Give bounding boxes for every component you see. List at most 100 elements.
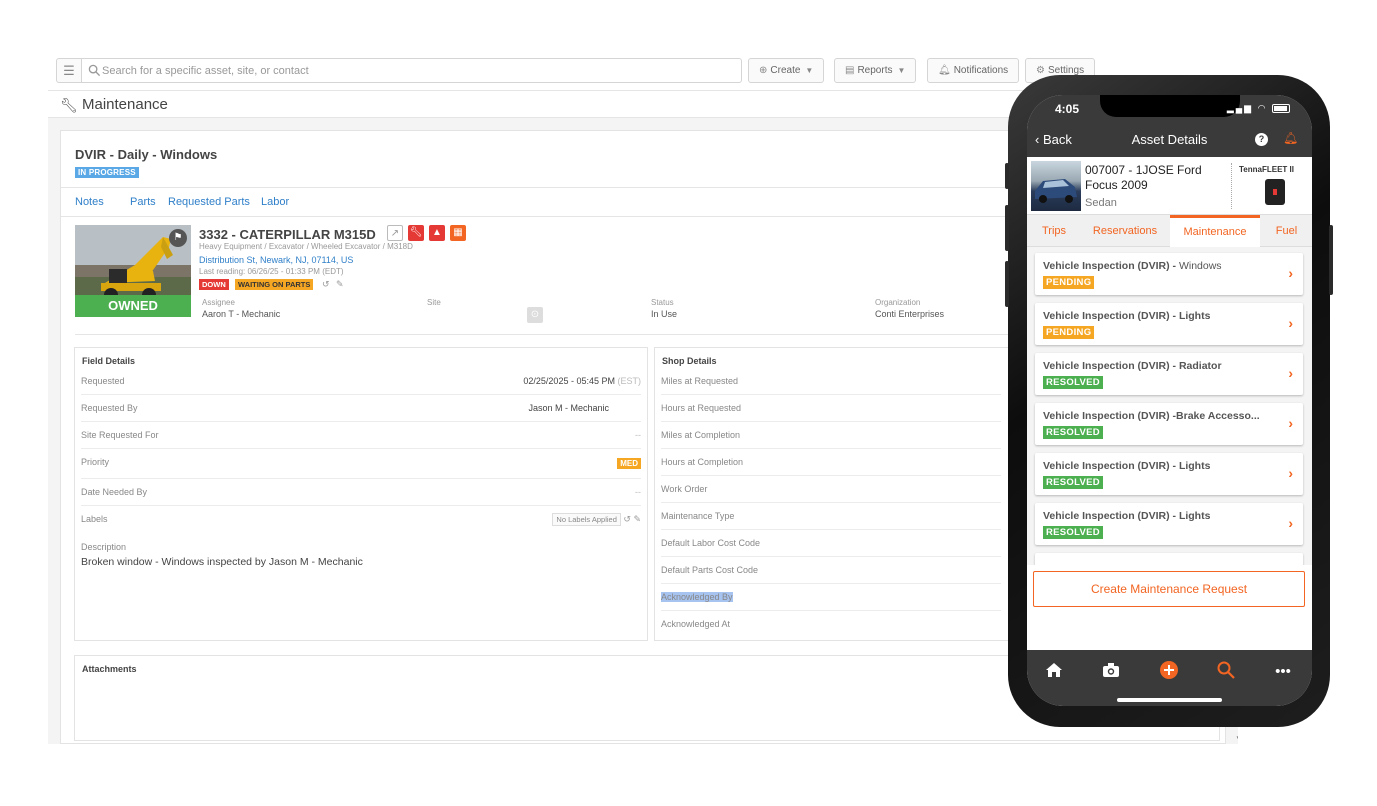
gear-icon: ⚙: [1036, 65, 1045, 76]
top-toolbar: ☰ ⊕Create▼ ▤Reports▼ 🔔︎Notifications ⚙Se…: [56, 58, 1156, 84]
list-item[interactable]: Vehicle Inspection (DVIR) - Lights RESOL…: [1035, 453, 1303, 495]
create-button[interactable]: ⊕ Create ▼: [748, 58, 825, 83]
flag-icon[interactable]: ⚑: [169, 229, 187, 247]
history-icon[interactable]: ↺: [623, 514, 631, 524]
search-input[interactable]: [102, 61, 722, 81]
search-icon[interactable]: [1214, 660, 1238, 684]
help-icon[interactable]: ?: [1255, 133, 1268, 146]
status-badge: IN PROGRESS: [75, 167, 139, 178]
status-badge: RESOLVED: [1043, 376, 1103, 389]
shop-row: Miles at Requested: [661, 368, 1001, 395]
priority-badge: MED: [617, 458, 641, 469]
more-icon[interactable]: •••: [1271, 660, 1295, 684]
history-icon[interactable]: ↺: [322, 279, 330, 290]
asset-type: Heavy Equipment / Excavator / Wheeled Ex…: [199, 242, 413, 251]
list-item[interactable]: Vehicle Inspection (DVIR) - Windows PEND…: [1035, 253, 1303, 295]
list-item[interactable]: Vehicle Inspection (DVIR) -Brake Accesso…: [1035, 403, 1303, 445]
bottom-tab-bar: •••: [1027, 650, 1312, 706]
organization-label: Organization: [875, 298, 921, 307]
create-area: Create Maintenance Request: [1027, 565, 1312, 651]
page-title: Maintenance: [82, 96, 168, 113]
device-name: TennaFLEET II: [1239, 165, 1294, 174]
tab-fuel[interactable]: Fuel: [1261, 215, 1312, 247]
tab-reservations[interactable]: Reservations: [1081, 215, 1169, 247]
wrench-icon: 🔧︎: [60, 97, 78, 113]
asset-photo[interactable]: ⚑ OWNED: [75, 225, 191, 317]
battery-icon: [1272, 104, 1290, 114]
field-row-site-requested-for: Site Requested For --: [81, 422, 641, 449]
site-label: Site: [427, 298, 441, 307]
bell-icon: 🔔︎: [938, 65, 951, 76]
pencil-icon[interactable]: ✎: [633, 514, 641, 524]
status-label: Status: [651, 298, 674, 307]
notifications-button[interactable]: 🔔︎ Notifications: [927, 58, 1020, 83]
asset-action-icons: ↗ 🔧︎ ▲ ▦: [387, 225, 471, 243]
shop-row: Default Labor Cost Code: [661, 530, 1001, 557]
tab-trips[interactable]: Trips: [1027, 215, 1081, 247]
list-item[interactable]: Vehicle Inspection (DVIR) - Radiator RES…: [1035, 353, 1303, 395]
tab-notes[interactable]: Notes: [75, 196, 104, 208]
status-bar: 4:05 ▂▄▆ ◠: [1027, 95, 1312, 123]
ownership-banner: OWNED: [75, 295, 191, 317]
car-image: [1035, 179, 1077, 203]
reports-button[interactable]: ▤ Reports ▼: [834, 58, 917, 83]
warning-icon[interactable]: ▲: [429, 225, 445, 241]
asset-name: 3332 - CATERPILLAR M315D: [199, 227, 376, 242]
phone-volume-down: [1005, 261, 1009, 307]
add-icon[interactable]: [1157, 660, 1181, 684]
chevron-right-icon: ›: [1288, 465, 1293, 481]
external-link-icon[interactable]: ↗: [387, 225, 403, 241]
create-maintenance-request-button[interactable]: Create Maintenance Request: [1033, 571, 1305, 607]
search-icon: [88, 64, 101, 77]
wrench-action-icon[interactable]: 🔧︎: [408, 225, 424, 241]
location-icon[interactable]: ⊙: [527, 307, 543, 323]
phone-volume-up: [1005, 205, 1009, 251]
status-value: In Use: [651, 309, 678, 319]
pencil-icon[interactable]: ✎: [336, 279, 344, 290]
field-details-panel: Field Details Requested 02/25/2025 - 05:…: [74, 347, 648, 641]
filter-icon[interactable]: ☰: [56, 58, 82, 83]
shop-details-panel: Shop Details Miles at Requested Hours at…: [654, 347, 1054, 641]
nav-title: Asset Details: [1131, 132, 1208, 147]
signal-icon: ▂▄▆: [1226, 103, 1254, 113]
tab-labor[interactable]: Labor: [261, 196, 289, 208]
maintenance-list: Vehicle Inspection (DVIR) - Windows PEND…: [1027, 247, 1312, 565]
phone-notch: [1100, 95, 1240, 117]
tab-requested-parts[interactable]: Requested Parts: [168, 196, 250, 208]
shop-row: Miles at Completion: [661, 422, 1001, 449]
field-details-title: Field Details: [82, 356, 136, 366]
tab-parts[interactable]: Parts: [130, 196, 156, 208]
tab-maintenance[interactable]: Maintenance: [1170, 215, 1260, 247]
scroll-down-arrow[interactable]: ▼: [1235, 734, 1238, 743]
chevron-down-icon: ▼: [897, 66, 906, 75]
last-reading: Last reading: 06/26/25 - 01:33 PM (EDT): [199, 267, 344, 276]
list-item-partial[interactable]: [1035, 553, 1303, 565]
down-badge: DOWN: [199, 279, 229, 290]
organization-value: Conti Enterprises: [875, 309, 945, 319]
divider: [1231, 163, 1232, 209]
list-item[interactable]: Vehicle Inspection (DVIR) - Lights PENDI…: [1035, 303, 1303, 345]
chevron-right-icon: ›: [1288, 365, 1293, 381]
qr-code-icon[interactable]: ▦: [450, 225, 466, 241]
labels-chip: No Labels Applied: [552, 513, 621, 526]
bell-icon[interactable]: 🔔︎: [1283, 131, 1298, 145]
shop-row: Acknowledged By: [661, 584, 1001, 611]
search-box: [82, 58, 742, 83]
camera-icon[interactable]: [1099, 660, 1123, 684]
phone-tabs: Trips Reservations Maintenance Fuel: [1027, 215, 1312, 247]
chevron-right-icon: ›: [1288, 265, 1293, 281]
home-icon[interactable]: [1042, 660, 1066, 684]
field-row-labels: Labels No Labels Applied ↺ ✎: [81, 513, 641, 526]
phone-screen: 4:05 ▂▄▆ ◠ ‹ Back Asset Details ? 🔔︎ 007…: [1027, 95, 1312, 706]
waiting-parts-badge: WAITING ON PARTS: [235, 279, 314, 290]
phone-asset-type: Sedan: [1085, 197, 1117, 209]
status-badge: RESOLVED: [1043, 476, 1103, 489]
asset-header: 007007 - 1JOSE Ford Focus 2009 Sedan Ten…: [1027, 157, 1312, 215]
attachments-title: Attachments: [82, 664, 137, 674]
list-item[interactable]: Vehicle Inspection (DVIR) - Lights RESOL…: [1035, 503, 1303, 545]
description-label: Description: [81, 542, 127, 552]
asset-address-link[interactable]: Distribution St, Newark, NJ, 07114, US: [199, 255, 353, 265]
selected-text: Acknowledged By: [661, 592, 733, 602]
phone-mute-switch: [1005, 163, 1009, 189]
chevron-right-icon: ›: [1288, 515, 1293, 531]
